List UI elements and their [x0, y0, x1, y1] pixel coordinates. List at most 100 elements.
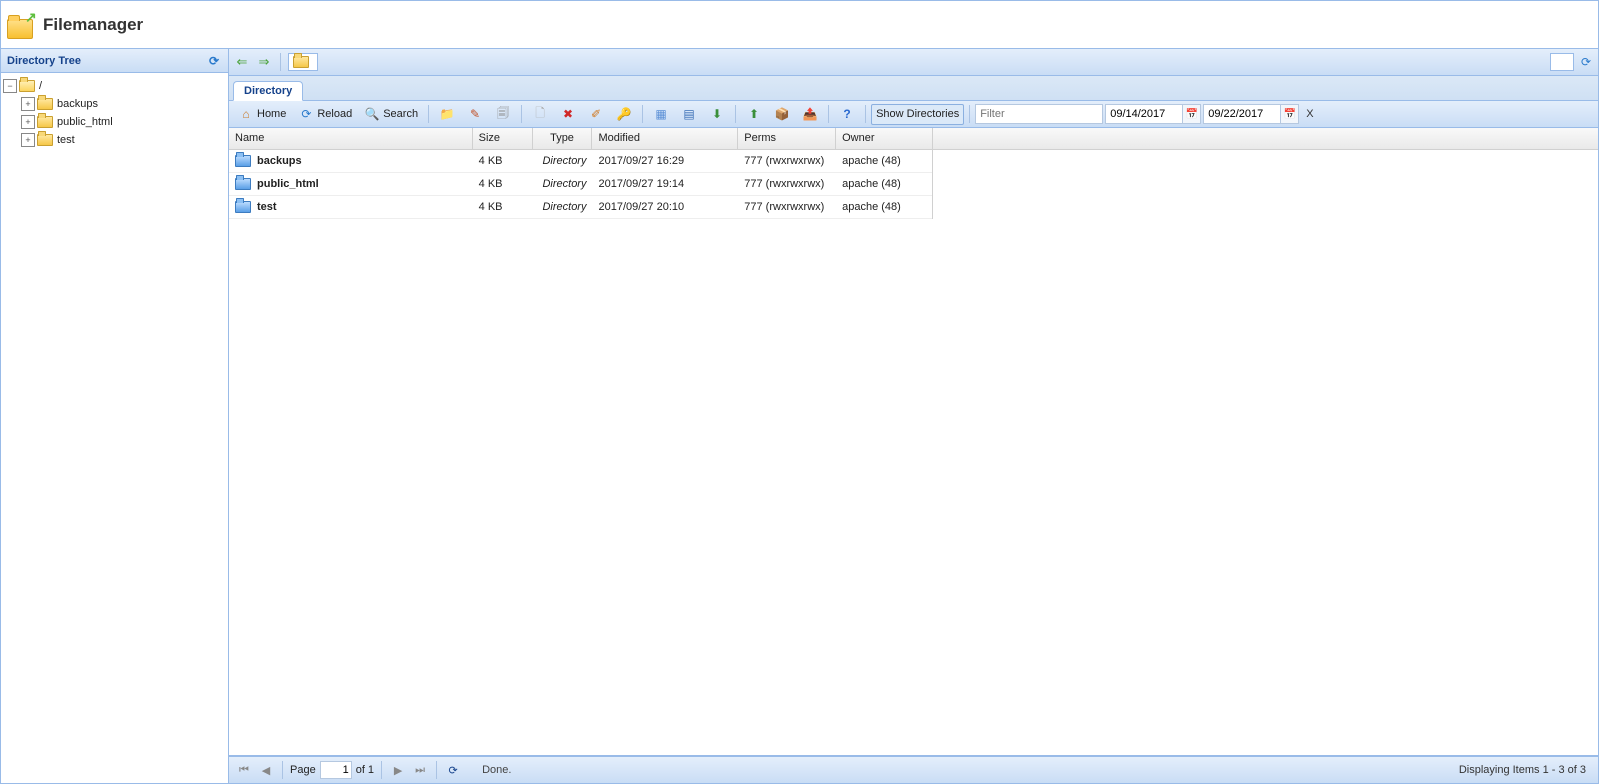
clear-filter-button[interactable]: X — [1301, 104, 1318, 125]
next-page-icon[interactable]: ▶ — [389, 761, 407, 779]
address-box[interactable] — [1550, 53, 1574, 71]
separator — [969, 105, 970, 123]
pager-message: Done. — [466, 764, 511, 776]
upload-button[interactable]: ⬆ — [741, 104, 767, 125]
page-label: Page — [290, 764, 316, 776]
app-header: ↗ Filemanager — [1, 1, 1598, 49]
archive-icon: 📦 — [774, 106, 790, 122]
show-directories-button[interactable]: Show Directories — [871, 104, 964, 125]
date-from-input[interactable] — [1105, 104, 1183, 124]
new-folder-icon: 📁 — [439, 106, 455, 122]
permissions-button[interactable]: 🔑 — [611, 104, 637, 125]
sidebar-title: Directory Tree — [7, 55, 81, 67]
search-button[interactable]: 🔍 Search — [359, 104, 423, 125]
home-label: Home — [257, 108, 286, 120]
table-row[interactable]: test4 KBDirectory2017/09/27 20:10777 (rw… — [229, 196, 932, 219]
tab-strip: Directory — [229, 76, 1598, 101]
tree-root[interactable]: / — [3, 77, 226, 95]
table-row[interactable]: public_html4 KBDirectory2017/09/27 19:14… — [229, 173, 932, 196]
delete-icon: ✖ — [560, 106, 576, 122]
refresh-page-icon[interactable]: ⟳ — [444, 761, 462, 779]
tree-node-test[interactable]: test — [21, 131, 226, 149]
tree-node-label: public_html — [57, 116, 113, 128]
select-all-button[interactable]: ▦ — [648, 104, 674, 125]
separator — [381, 761, 382, 779]
row-owner: apache (48) — [836, 155, 932, 167]
collapse-icon[interactable] — [3, 79, 17, 93]
grid-header: Name Size Type Modified Perms Owner — [229, 128, 933, 150]
pager-status: Displaying Items 1 - 3 of 3 — [1459, 764, 1592, 776]
calendar-icon[interactable]: 📅 — [1183, 104, 1201, 124]
folder-icon — [37, 134, 53, 146]
expand-icon[interactable] — [21, 133, 35, 147]
reload-button[interactable]: ⟳ Reload — [293, 104, 357, 125]
refresh-tree-icon[interactable]: ⟳ — [206, 53, 222, 69]
page-input[interactable] — [320, 761, 352, 779]
pager-bar: ⏮ ◀ Page of 1 ▶ ⏭ ⟳ Done. Displaying Ite… — [229, 756, 1598, 783]
extract-button[interactable]: 📤 — [797, 104, 823, 125]
calendar-icon[interactable]: 📅 — [1281, 104, 1299, 124]
tree-node-public-html[interactable]: public_html — [21, 113, 226, 131]
date-to-input[interactable] — [1203, 104, 1281, 124]
new-file-button[interactable]: 🗋 — [527, 104, 553, 125]
filter-input[interactable] — [975, 104, 1103, 124]
separator — [865, 105, 866, 123]
col-name[interactable]: Name — [229, 128, 473, 149]
expand-icon[interactable] — [21, 115, 35, 129]
row-size: 4 KB — [473, 155, 533, 167]
row-name: test — [257, 201, 277, 213]
col-perms[interactable]: Perms — [738, 128, 836, 149]
col-type[interactable]: Type — [533, 128, 593, 149]
edit-button[interactable]: ✎ — [462, 104, 488, 125]
reload-label: Reload — [317, 108, 352, 120]
grid-body: backups4 KBDirectory2017/09/27 16:29777 … — [229, 150, 933, 219]
rename-button[interactable]: ✐ — [583, 104, 609, 125]
extract-icon: 📤 — [802, 106, 818, 122]
help-icon: ? — [839, 106, 855, 122]
row-name: public_html — [257, 178, 319, 190]
col-modified[interactable]: Modified — [592, 128, 738, 149]
separator — [280, 53, 281, 71]
nav-forward-icon[interactable]: ⇒ — [255, 53, 273, 71]
new-folder-button[interactable]: 📁 — [434, 104, 460, 125]
refresh-icon[interactable]: ⟳ — [1578, 54, 1594, 70]
row-modified: 2017/09/27 19:14 — [592, 178, 738, 190]
row-modified: 2017/09/27 16:29 — [592, 155, 738, 167]
row-owner: apache (48) — [836, 201, 932, 213]
first-page-icon[interactable]: ⏮ — [235, 761, 253, 779]
col-size[interactable]: Size — [473, 128, 533, 149]
path-root-chip[interactable] — [288, 53, 318, 71]
tree-node-label: test — [57, 134, 75, 146]
folder-icon — [293, 56, 309, 68]
archive-button[interactable]: 📦 — [769, 104, 795, 125]
col-owner[interactable]: Owner — [836, 128, 932, 149]
toolbar: ⌂ Home ⟳ Reload 🔍 Search 📁 ✎ 🗐 🗋 ✖ — [229, 101, 1598, 128]
page-of-label: of 1 — [356, 764, 374, 776]
home-icon: ⌂ — [238, 106, 254, 122]
key-icon: 🔑 — [616, 106, 632, 122]
nav-back-icon[interactable]: ⇐ — [233, 53, 251, 71]
copy-button[interactable]: 🗐 — [490, 104, 516, 125]
reload-icon: ⟳ — [298, 106, 314, 122]
file-grid: Name Size Type Modified Perms Owner back… — [229, 128, 1598, 756]
row-modified: 2017/09/27 20:10 — [592, 201, 738, 213]
sidebar-header: Directory Tree ⟳ — [1, 49, 228, 73]
date-from-field[interactable]: 📅 — [1105, 104, 1201, 124]
expand-icon[interactable] — [21, 97, 35, 111]
date-to-field[interactable]: 📅 — [1203, 104, 1299, 124]
table-row[interactable]: backups4 KBDirectory2017/09/27 16:29777 … — [229, 150, 932, 173]
row-owner: apache (48) — [836, 178, 932, 190]
folder-icon — [235, 178, 251, 190]
clear-label: X — [1306, 108, 1313, 120]
last-page-icon[interactable]: ⏭ — [411, 761, 429, 779]
download-button[interactable]: ⬇ — [704, 104, 730, 125]
prev-page-icon[interactable]: ◀ — [257, 761, 275, 779]
select-none-button[interactable]: ▤ — [676, 104, 702, 125]
tree-node-backups[interactable]: backups — [21, 95, 226, 113]
search-label: Search — [383, 108, 418, 120]
row-type: Directory — [533, 201, 593, 213]
home-button[interactable]: ⌂ Home — [233, 104, 291, 125]
help-button[interactable]: ? — [834, 104, 860, 125]
tab-directory[interactable]: Directory — [233, 81, 303, 101]
delete-button[interactable]: ✖ — [555, 104, 581, 125]
